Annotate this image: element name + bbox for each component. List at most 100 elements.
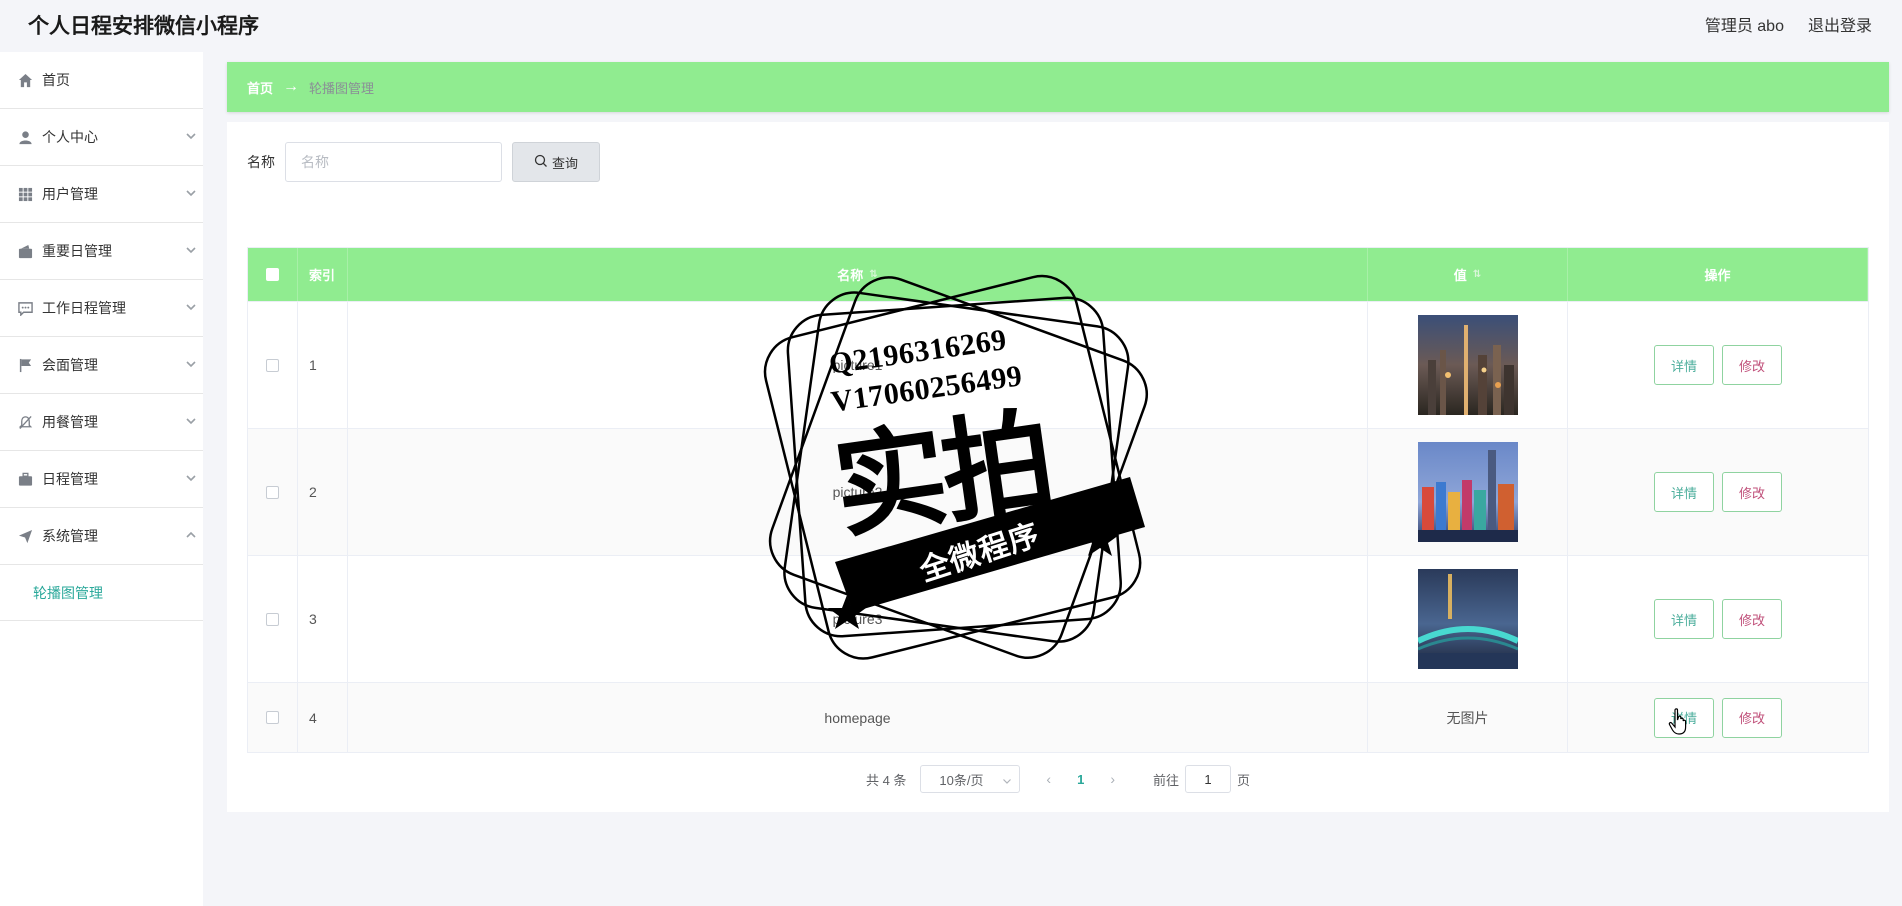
sidebar-item-meeting[interactable]: 会面管理 <box>0 337 203 394</box>
sidebar-item-home[interactable]: 首页 <box>0 52 203 109</box>
sidebar-item-work-schedule[interactable]: 工作日程管理 <box>0 280 203 337</box>
page-size-select[interactable]: 10条/页 <box>920 765 1021 793</box>
row-actions: 详情 修改 <box>1568 683 1868 752</box>
bell-off-icon <box>17 414 33 430</box>
row-actions: 详情 修改 <box>1568 302 1868 428</box>
search-label: 名称 <box>247 154 275 170</box>
detail-button[interactable]: 详情 <box>1654 472 1714 512</box>
table-row: 2 picture2 详情 修改 <box>248 429 1868 556</box>
sidebar-item-personal-center[interactable]: 个人中心 <box>0 109 203 166</box>
header-actions: 操作 <box>1568 248 1868 301</box>
sidebar-item-label: 首页 <box>42 72 70 88</box>
checkbox[interactable] <box>266 711 279 724</box>
briefcase-icon <box>17 471 33 487</box>
row-name: homepage <box>348 683 1368 752</box>
logout-link[interactable]: 退出登录 <box>1808 12 1872 36</box>
edit-button[interactable]: 修改 <box>1722 345 1782 385</box>
main-panel: 名称 查询 索引 名称⇅ 值⇅ 操作 1 picture1 <box>227 122 1889 812</box>
detail-button[interactable]: 详情 <box>1654 345 1714 385</box>
search-icon <box>534 154 552 171</box>
sidebar-item-important-days[interactable]: 重要日管理 <box>0 223 203 280</box>
chevron-down-icon <box>185 129 197 141</box>
chevron-down-icon <box>185 243 197 255</box>
row-name: picture1 <box>348 302 1368 428</box>
sidebar-item-label: 用餐管理 <box>42 414 98 430</box>
row-checkbox-cell[interactable] <box>248 302 298 428</box>
sidebar-item-user-management[interactable]: 用户管理 <box>0 166 203 223</box>
header-value[interactable]: 值 ⇅ <box>1368 248 1568 301</box>
sidebar-item-label: 个人中心 <box>42 129 98 145</box>
colorful-buildings-thumbnail[interactable] <box>1417 442 1518 542</box>
search-input[interactable] <box>285 142 502 182</box>
app-title: 个人日程安排微信小程序 <box>28 14 259 38</box>
row-index: 4 <box>298 683 348 752</box>
row-name: picture3 <box>348 556 1368 682</box>
goto-page-input[interactable]: 1 <box>1185 765 1232 793</box>
next-page-icon[interactable]: › <box>1110 771 1115 787</box>
row-checkbox-cell[interactable] <box>248 556 298 682</box>
grid-icon <box>17 186 33 202</box>
goto-label: 前往 <box>1153 772 1180 788</box>
row-value <box>1368 429 1568 555</box>
edit-button[interactable]: 修改 <box>1722 472 1782 512</box>
sidebar-item-schedule[interactable]: 日程管理 <box>0 451 203 508</box>
row-actions: 详情 修改 <box>1568 556 1868 682</box>
chevron-down-icon <box>185 186 197 198</box>
chevron-down-icon <box>185 357 197 369</box>
sidebar-item-label: 工作日程管理 <box>42 300 126 316</box>
search-row: 名称 查询 <box>247 142 600 182</box>
row-actions: 详情 修改 <box>1568 429 1868 555</box>
user-icon <box>17 129 33 145</box>
checkbox[interactable] <box>266 268 279 281</box>
page-number-current[interactable]: 1 <box>1077 772 1084 787</box>
home-icon <box>17 72 33 88</box>
row-index: 1 <box>298 302 348 428</box>
bridge-night-thumbnail[interactable] <box>1417 569 1518 669</box>
breadcrumb-home[interactable]: 首页 <box>247 78 273 97</box>
detail-button[interactable]: 详情 <box>1654 599 1714 639</box>
admin-user-label: 管理员 abo <box>1704 18 1784 35</box>
sidebar-subitem-carousel[interactable]: 轮播图管理 <box>0 565 203 621</box>
table-row: 4 homepage 无图片 详情 修改 <box>248 683 1868 752</box>
breadcrumb-arrow-icon: → <box>283 78 300 95</box>
edit-button[interactable]: 修改 <box>1722 697 1782 738</box>
header-index: 索引 <box>298 248 348 301</box>
sort-icon[interactable]: ⇅ <box>1473 269 1481 280</box>
checkbox[interactable] <box>266 358 279 372</box>
sidebar-item-label: 日程管理 <box>42 471 98 487</box>
pagination-total: 共 4 条 <box>865 772 907 788</box>
top-bar: 个人日程安排微信小程序 管理员 abo 退出登录 <box>0 0 1902 46</box>
row-value <box>1368 556 1568 682</box>
row-name: picture2 <box>348 429 1368 555</box>
user-area: 管理员 abo 退出登录 <box>1705 12 1872 36</box>
header-name[interactable]: 名称 ⇅ <box>348 248 1368 301</box>
sidebar-item-meal[interactable]: 用餐管理 <box>0 394 203 451</box>
table-row: 1 picture1 详情 修改 <box>248 302 1868 429</box>
sort-icon[interactable]: ⇅ <box>869 269 877 280</box>
prev-page-icon[interactable]: ‹ <box>1046 771 1051 787</box>
edit-button[interactable]: 修改 <box>1722 599 1782 639</box>
header-select-all[interactable] <box>248 248 298 301</box>
chevron-down-icon <box>1002 774 1012 784</box>
row-checkbox-cell[interactable] <box>248 429 298 555</box>
sidebar: 首页 个人中心 用户管理 重要日管理 工作日程管理 会面管理 用餐管理 日程管理… <box>0 52 203 906</box>
checkbox[interactable] <box>266 612 279 626</box>
sidebar-item-label: 重要日管理 <box>42 243 112 259</box>
table-header: 索引 名称 ⇅ 值 ⇅ 操作 <box>248 248 1868 302</box>
row-index: 3 <box>298 556 348 682</box>
row-checkbox-cell[interactable] <box>248 683 298 752</box>
search-button[interactable]: 查询 <box>512 142 600 182</box>
sidebar-item-system[interactable]: 系统管理 <box>0 508 203 565</box>
sidebar-subitem-label: 轮播图管理 <box>33 584 103 601</box>
chevron-down-icon <box>185 414 197 426</box>
pagination: 共 4 条 10条/页 ‹ 1 › 前往 1 页 <box>227 765 1889 793</box>
sidebar-item-label: 系统管理 <box>42 528 98 544</box>
search-button-label: 查询 <box>551 155 578 171</box>
breadcrumb: 首页 → 轮播图管理 <box>227 62 1889 112</box>
row-index: 2 <box>298 429 348 555</box>
chevron-up-icon <box>185 528 197 540</box>
checkbox[interactable] <box>266 485 279 499</box>
sidebar-item-label: 用户管理 <box>42 186 98 202</box>
send-icon <box>17 528 33 544</box>
city-night-thumbnail[interactable] <box>1417 315 1518 415</box>
